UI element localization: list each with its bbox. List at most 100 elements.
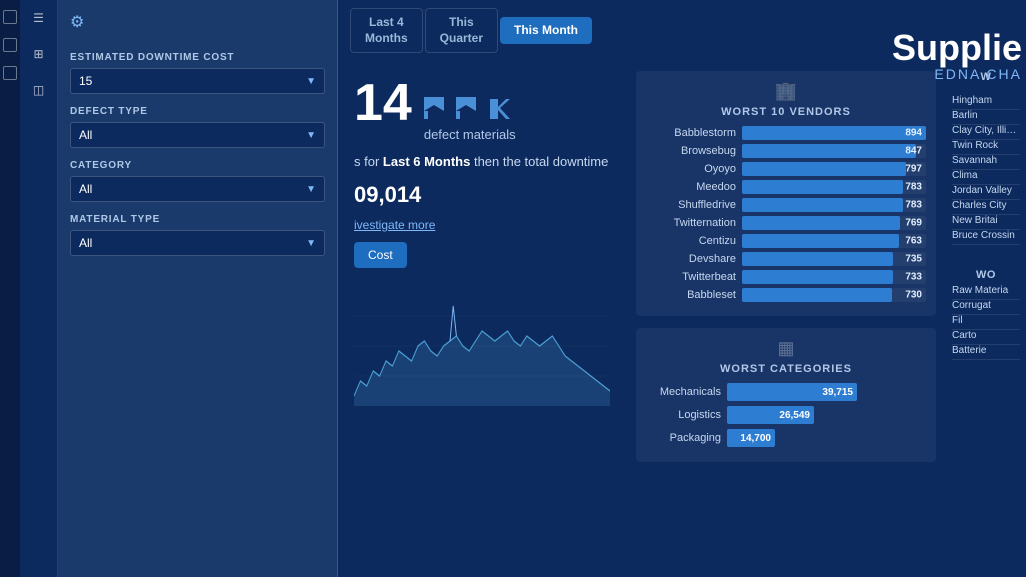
sidebar-icon-1[interactable] <box>3 10 17 24</box>
vendors-list: Babblestorm 894 Browsebug 847 Oyoyo 797 … <box>646 126 926 302</box>
sidebar-nav: ☰ ⊞ ◫ <box>20 0 58 577</box>
vendor-item: Shuffledrive 783 <box>646 198 926 212</box>
vendor-bar-track: 783 <box>742 180 926 194</box>
filter-arrow-category: ▼ <box>306 184 316 195</box>
vendor-bar-fill <box>742 270 893 284</box>
far-right-vendor-item: Twin Rock <box>952 140 1020 155</box>
nav-icon-grid[interactable]: ⊞ <box>29 44 49 64</box>
category-bar: 14,700 <box>727 429 775 447</box>
sidebar-icon-3[interactable] <box>3 66 17 80</box>
filter-arrow-material-type: ▼ <box>306 238 316 249</box>
flag-icons <box>424 97 516 119</box>
vendor-item: Twitterbeat 733 <box>646 270 926 284</box>
category-name: Packaging <box>646 432 721 444</box>
filter-select-material-type[interactable]: All ▼ <box>70 230 325 256</box>
vendor-name: Twitternation <box>646 217 736 229</box>
vendor-item: Devshare 735 <box>646 252 926 266</box>
btn-last-4-months[interactable]: Last 4Months <box>350 8 423 53</box>
right-panels: 🏢 WORST 10 VENDORS Babblestorm 894 Brows… <box>626 61 946 577</box>
btn-this-quarter[interactable]: ThisQuarter <box>425 8 498 53</box>
filter-value-material-type: All <box>79 236 92 250</box>
vendor-name: Shuffledrive <box>646 199 736 211</box>
vendor-bar-fill <box>742 234 899 248</box>
filter-value-defect-type: All <box>79 128 92 142</box>
vendor-bar-track: 730 <box>742 288 926 302</box>
filter-value-downtime-cost: 15 <box>79 74 92 88</box>
filter-select-category[interactable]: All ▼ <box>70 176 325 202</box>
center-panel: 14 <box>338 61 626 577</box>
vendor-name: Babblestorm <box>646 127 736 139</box>
vendor-value: 894 <box>905 128 922 139</box>
main-content: Last 4Months ThisQuarter This Month 14 <box>338 0 1026 577</box>
far-right-vendor-item: Clay City, Illinois <box>952 125 1020 140</box>
vendor-bar-track: 783 <box>742 198 926 212</box>
main-stat-number: 14 <box>354 77 412 129</box>
far-right-cat-title: WO <box>952 269 1020 281</box>
vendor-bar-track: 769 <box>742 216 926 230</box>
vendor-item: Centizu 763 <box>646 234 926 248</box>
insight-text: s for Last 6 Months then the total downt… <box>354 152 610 172</box>
chart-area <box>354 286 610 561</box>
filter-select-defect-type[interactable]: All ▼ <box>70 122 325 148</box>
vendor-value: 733 <box>905 272 922 283</box>
categories-list: Mechanicals 39,715 Logistics 26,549 Pack… <box>646 383 926 447</box>
far-right-cat-item: Raw Materia <box>952 285 1020 300</box>
cost-button[interactable]: Cost <box>354 242 407 268</box>
investigate-link[interactable]: ivestigate more <box>354 218 610 232</box>
filter-arrow-defect-type: ▼ <box>306 130 316 141</box>
cost-number: 09,014 <box>354 182 421 207</box>
vendor-bar-fill <box>742 126 926 140</box>
far-right-panel: W HinghamBarlinClay City, IllinoisTwin R… <box>946 61 1026 577</box>
far-right-vendor-item: New Britai <box>952 215 1020 230</box>
building-icon: 🏢 <box>646 81 926 102</box>
vendor-bar-fill <box>742 288 892 302</box>
filter-label-defect-type: DEFECT TYPE <box>70 106 325 117</box>
category-bar: 39,715 <box>727 383 857 401</box>
filter-value-category: All <box>79 182 92 196</box>
worst-vendors-panel: 🏢 WORST 10 VENDORS Babblestorm 894 Brows… <box>636 71 936 316</box>
vendor-value: 730 <box>905 290 922 301</box>
filter-group-defect-type: DEFECT TYPE All ▼ <box>70 106 325 148</box>
filter-select-downtime-cost[interactable]: 15 ▼ <box>70 68 325 94</box>
far-right-vendors: HinghamBarlinClay City, IllinoisTwin Roc… <box>952 95 1020 245</box>
btn-this-month[interactable]: This Month <box>500 17 592 45</box>
vendor-name: Oyoyo <box>646 163 736 175</box>
defect-label: defect materials <box>424 127 516 142</box>
sidebar-icon-2[interactable] <box>3 38 17 52</box>
filter-label-material-type: MATERIAL TYPE <box>70 214 325 225</box>
filter-group-downtime-cost: ESTIMATED DOWNTIME COST 15 ▼ <box>70 52 325 94</box>
category-name: Logistics <box>646 409 721 421</box>
vendor-bar-fill <box>742 180 903 194</box>
filter-group-material-type: MATERIAL TYPE All ▼ <box>70 214 325 256</box>
vendor-name: Babbleset <box>646 289 736 301</box>
nav-icon-menu[interactable]: ☰ <box>29 8 49 28</box>
vendor-value: 763 <box>905 236 922 247</box>
barcode-icon: ▦ <box>646 338 926 359</box>
category-name: Mechanicals <box>646 386 721 398</box>
big-stat-section: 14 <box>354 77 610 142</box>
category-item: Packaging 14,700 <box>646 429 926 447</box>
vendor-value: 783 <box>905 182 922 193</box>
filter-label-category: CATEGORY <box>70 160 325 171</box>
title-main: Supplie <box>892 30 1022 66</box>
worst-vendors-title: WORST 10 VENDORS <box>646 106 926 118</box>
nav-icon-user[interactable]: ◫ <box>29 80 49 100</box>
flag-icon-1 <box>424 97 452 119</box>
vendor-name: Devshare <box>646 253 736 265</box>
category-value: 26,549 <box>779 410 810 421</box>
category-item: Mechanicals 39,715 <box>646 383 926 401</box>
category-bar: 26,549 <box>727 406 814 424</box>
category-value: 39,715 <box>822 387 853 398</box>
vendor-item: Meedoo 783 <box>646 180 926 194</box>
far-right-vendor-item: Barlin <box>952 110 1020 125</box>
vendor-value: 783 <box>905 200 922 211</box>
far-right-cats: Raw MateriaCorrugatFilCartoBatterie <box>952 285 1020 360</box>
flag-icon-2 <box>456 97 484 119</box>
vendor-bar-fill <box>742 144 916 158</box>
vendor-bar-track: 797 <box>742 162 926 176</box>
far-right-cat-item: Batterie <box>952 345 1020 360</box>
far-right-vendor-item: Charles City <box>952 200 1020 215</box>
insight-highlight: Last 6 Months <box>383 154 470 169</box>
far-right-cat-section: WO Raw MateriaCorrugatFilCartoBatterie <box>952 269 1020 360</box>
insight-suffix: then the total downtime <box>474 154 608 169</box>
